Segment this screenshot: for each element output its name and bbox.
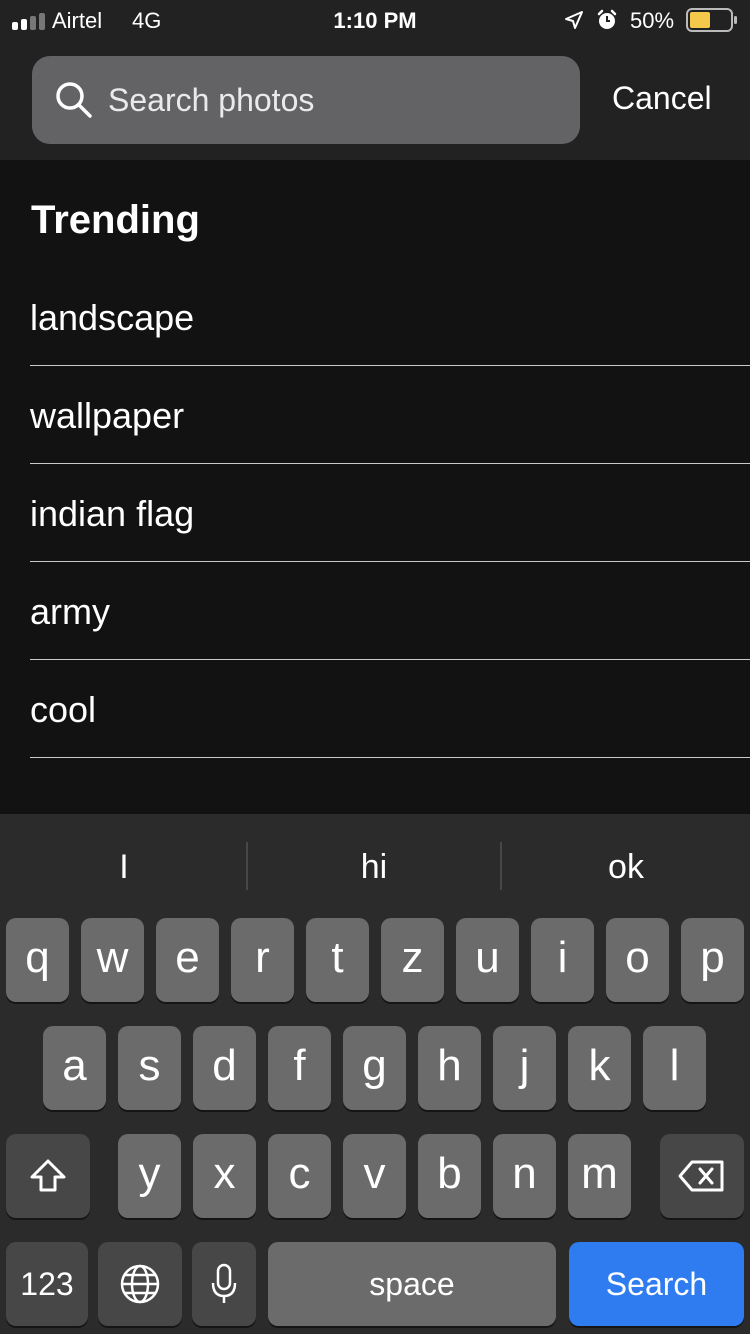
key-a[interactable]: a <box>43 1026 106 1110</box>
space-key[interactable]: space <box>268 1242 556 1326</box>
trending-item-label: wallpaper <box>30 395 185 436</box>
suggestion-3[interactable]: ok <box>502 842 750 892</box>
search-key[interactable]: Search <box>569 1242 744 1326</box>
key-c[interactable]: c <box>268 1134 331 1218</box>
key-p[interactable]: p <box>681 918 744 1002</box>
key-x[interactable]: x <box>193 1134 256 1218</box>
suggestion-bar: I hi ok <box>0 814 750 914</box>
key-u[interactable]: u <box>456 918 519 1002</box>
trending-item-label: indian flag <box>30 493 195 534</box>
key-r[interactable]: r <box>231 918 294 1002</box>
trending-item-landscape[interactable]: landscape <box>30 268 750 366</box>
signal-bar <box>21 19 27 30</box>
battery-percentage: 50% <box>630 8 675 33</box>
key-w[interactable]: w <box>81 918 144 1002</box>
key-h[interactable]: h <box>418 1026 481 1110</box>
trending-item-label: landscape <box>30 297 195 338</box>
battery-icon <box>686 8 737 32</box>
search-box[interactable] <box>32 56 580 144</box>
key-s[interactable]: s <box>118 1026 181 1110</box>
network-type: 4G <box>132 8 162 33</box>
key-b[interactable]: b <box>418 1134 481 1218</box>
trending-item-wallpaper[interactable]: wallpaper <box>30 366 750 464</box>
key-j[interactable]: j <box>493 1026 556 1110</box>
key-f[interactable]: f <box>268 1026 331 1110</box>
globe-icon <box>120 1264 160 1304</box>
key-y[interactable]: y <box>118 1134 181 1218</box>
signal-bar <box>39 13 45 30</box>
status-bar: Airtel 4G 1:10 PM 50% <box>0 0 750 40</box>
signal-bar <box>12 22 18 30</box>
search-input[interactable] <box>108 56 568 144</box>
trending-item-indian-flag[interactable]: indian flag <box>30 464 750 562</box>
trending-item-army[interactable]: army <box>30 562 750 660</box>
key-k[interactable]: k <box>568 1026 631 1110</box>
key-o[interactable]: o <box>606 918 669 1002</box>
search-icon <box>56 82 92 118</box>
signal-bar <box>30 16 36 30</box>
key-g[interactable]: g <box>343 1026 406 1110</box>
numbers-key[interactable]: 123 <box>6 1242 88 1326</box>
carrier-name: Airtel <box>52 8 103 33</box>
key-t[interactable]: t <box>306 918 369 1002</box>
dictation-key[interactable] <box>192 1242 256 1326</box>
shift-key[interactable] <box>6 1134 90 1218</box>
trending-item-cool[interactable]: cool <box>30 660 750 758</box>
keyboard: I hi ok qwertzuiop asdfghjkl yxcvbnm 123 s… <box>0 814 750 1334</box>
backspace-icon <box>678 1160 724 1192</box>
alarm-clock-icon <box>597 9 617 29</box>
location-arrow-icon <box>565 11 583 29</box>
suggestion-1[interactable]: I <box>0 842 248 892</box>
globe-key[interactable] <box>98 1242 182 1326</box>
key-m[interactable]: m <box>568 1134 631 1218</box>
key-e[interactable]: e <box>156 918 219 1002</box>
signal-icon <box>12 12 48 30</box>
key-l[interactable]: l <box>643 1026 706 1110</box>
backspace-key[interactable] <box>660 1134 744 1218</box>
trending-heading: Trending <box>31 198 200 242</box>
shift-icon <box>30 1159 66 1192</box>
microphone-icon <box>211 1263 237 1303</box>
key-q[interactable]: q <box>6 918 69 1002</box>
key-z[interactable]: z <box>381 918 444 1002</box>
trending-list: landscape wallpaper indian flag army coo… <box>30 268 750 758</box>
search-header: Cancel <box>0 40 750 160</box>
cancel-button[interactable]: Cancel <box>612 80 712 117</box>
trending-item-label: cool <box>30 689 97 730</box>
suggestion-2[interactable]: hi <box>248 842 500 892</box>
key-d[interactable]: d <box>193 1026 256 1110</box>
trending-item-label: army <box>30 591 110 632</box>
key-v[interactable]: v <box>343 1134 406 1218</box>
key-n[interactable]: n <box>493 1134 556 1218</box>
key-i[interactable]: i <box>531 918 594 1002</box>
